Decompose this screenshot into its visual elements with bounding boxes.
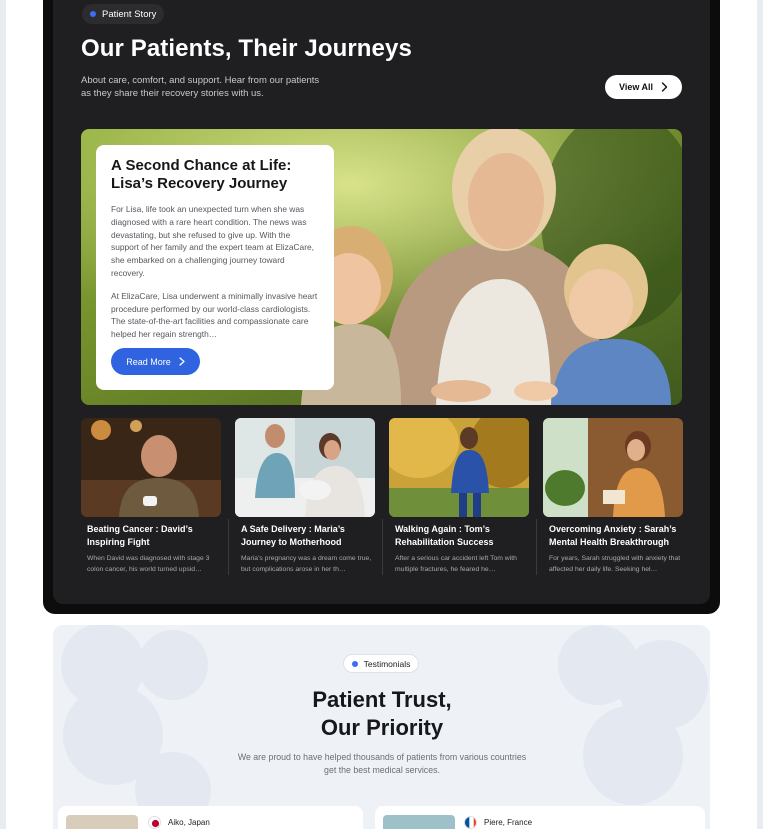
featured-story-title: A Second Chance at Life: Lisa’s Recovery…: [111, 157, 292, 192]
story-card-david[interactable]: Beating Cancer : David’s Inspiring Fight…: [81, 418, 221, 575]
story-card-tom[interactable]: Walking Again : Tom’s Rehabilitation Suc…: [389, 418, 529, 575]
story-excerpt: After a serious car accident left Tom wi…: [395, 555, 517, 573]
story-thumbnail-tom: [389, 418, 529, 517]
read-more-button[interactable]: Read More: [111, 348, 200, 375]
view-all-button[interactable]: View All: [605, 75, 682, 99]
story-thumbnail-david: [81, 418, 221, 517]
testimonial-photo: [383, 815, 455, 829]
japan-flag-icon: [148, 816, 161, 829]
chevron-right-icon: [661, 82, 668, 92]
story-divider: [382, 519, 383, 575]
stories-title: Our Patients, Their Journeys: [81, 35, 412, 62]
story-excerpt: For years, Sarah struggled with anxiety …: [549, 555, 681, 573]
testimonials-subtitle: We are proud to have helped thousands of…: [237, 752, 527, 775]
story-thumbnail-sarah: [543, 418, 683, 517]
testimonial-location: Piere, France: [484, 818, 533, 827]
story-title: Walking Again : Tom’s Rehabilitation Suc…: [395, 524, 494, 547]
testimonials-title: Patient Trust, Our Priority: [232, 686, 532, 742]
featured-story-paragraph-1: For Lisa, life took an unexpected turn w…: [111, 204, 314, 278]
testimonials-title-line-2: Our Priority: [320, 715, 444, 740]
testimonial-card[interactable]: Aiko, Japan: [58, 806, 363, 829]
story-excerpt: Maria’s pregnancy was a dream come true,…: [241, 555, 372, 573]
story-divider: [536, 519, 537, 575]
story-title: Beating Cancer : David’s Inspiring Fight: [87, 524, 193, 547]
badge-label: Patient Story: [102, 8, 157, 20]
testimonial-location: Aiko, Japan: [168, 818, 210, 827]
featured-story-card: A Second Chance at Life: Lisa’s Recovery…: [96, 145, 334, 390]
badge-label: Testimonials: [363, 658, 411, 669]
testimonial-photo: [66, 815, 138, 829]
story-card-sarah[interactable]: Overcoming Anxiety : Sarah’s Mental Heal…: [543, 418, 683, 575]
story-divider: [228, 519, 229, 575]
patient-story-badge: Patient Story: [82, 4, 165, 24]
stories-subtitle: About care, comfort, and support. Hear f…: [81, 75, 320, 99]
story-card-maria[interactable]: A Safe Delivery : Maria’s Journey to Mot…: [235, 418, 375, 575]
testimonials-badge: Testimonials: [343, 654, 419, 673]
story-excerpt: When David was diagnosed with stage 3 co…: [87, 555, 210, 573]
testimonials-title-line-1: Patient Trust,: [312, 687, 452, 712]
story-thumbnail-maria: [235, 418, 375, 517]
chevron-right-icon: [179, 357, 185, 366]
featured-story-paragraph-2: At ElizaCare, Lisa underwent a minimally…: [111, 290, 318, 340]
view-all-label: View All: [618, 82, 653, 92]
story-title: Overcoming Anxiety : Sarah’s Mental Heal…: [549, 524, 677, 547]
badge-dot-icon: [351, 660, 358, 667]
read-more-label: Read More: [126, 356, 171, 367]
france-flag-icon: [464, 816, 477, 829]
badge-dot-icon: [90, 11, 96, 17]
testimonial-card[interactable]: Piere, France: [375, 806, 705, 829]
story-title: A Safe Delivery : Maria’s Journey to Mot…: [241, 524, 345, 547]
